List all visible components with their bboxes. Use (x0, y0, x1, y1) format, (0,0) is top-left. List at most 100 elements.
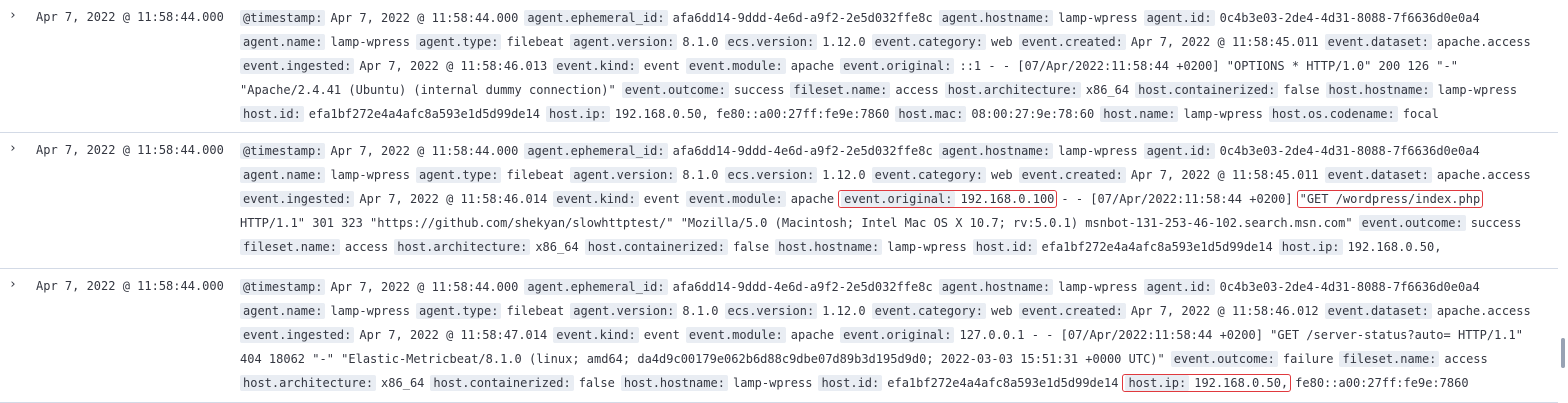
field-value: failure (1282, 352, 1334, 366)
field-key-badge[interactable]: event.created: (1018, 34, 1126, 50)
field-value: event (643, 59, 680, 73)
field-key-badge[interactable]: @timestamp: (240, 10, 326, 26)
field-key-badge[interactable]: host.os.codename: (1268, 106, 1398, 122)
field-key-badge[interactable]: host.containerized: (1135, 82, 1279, 98)
field-value: lamp-wpress (330, 168, 410, 182)
field-key-badge[interactable]: host.name: (1100, 106, 1179, 122)
field-key-badge[interactable]: event.dataset: (1324, 303, 1432, 319)
field-value: Apr 7, 2022 @ 11:58:44.000 (330, 144, 519, 158)
field-key-badge[interactable]: event.created: (1018, 167, 1126, 183)
field-key-badge[interactable]: event.kind: (553, 58, 639, 74)
field-value: success (1470, 216, 1522, 230)
field-key-badge[interactable]: host.ip: (1278, 239, 1343, 255)
field-key-badge[interactable]: event.module: (685, 327, 786, 343)
field-key-badge[interactable]: event.dataset: (1324, 167, 1432, 183)
field-key-badge[interactable]: @timestamp: (240, 279, 326, 295)
field-key-badge[interactable]: host.id: (972, 239, 1037, 255)
field-key-badge[interactable]: event.kind: (553, 327, 639, 343)
chevron-right-icon[interactable]: › (6, 142, 20, 156)
field-key-badge[interactable]: event.original: (840, 58, 955, 74)
field-key-badge[interactable]: agent.id: (1143, 143, 1215, 159)
field-key-badge[interactable]: fileset.name: (240, 239, 340, 255)
field-key-badge[interactable]: agent.version: (570, 167, 678, 183)
field-key-badge[interactable]: agent.version: (570, 34, 678, 50)
field-key-badge[interactable]: agent.ephemeral_id: (524, 10, 668, 26)
field-key-badge[interactable]: @timestamp: (240, 143, 326, 159)
field-line: agent.name: lamp-wpress agent.type: filebea… (240, 165, 1537, 185)
field-key-badge[interactable]: agent.hostname: (938, 10, 1054, 26)
field-value: 8.1.0 (682, 168, 719, 182)
field-line: fileset.name: access host.architecture: x86… (240, 237, 1447, 257)
field-value: web (990, 35, 1013, 49)
field-key-badge[interactable]: agent.name: (240, 34, 326, 50)
field-key-badge[interactable]: agent.type: (415, 303, 502, 319)
field-key-badge[interactable]: event.category: (871, 303, 986, 319)
field-key-badge[interactable]: host.ip: (1125, 375, 1190, 391)
field-key-badge[interactable]: event.category: (871, 167, 986, 183)
field-key-badge[interactable]: host.id: (240, 106, 304, 122)
field-key-badge[interactable]: agent.type: (415, 167, 502, 183)
field-key-badge[interactable]: event.original: (840, 327, 955, 343)
field-line: event.ingested: Apr 7, 2022 @ 11:58:46.01… (240, 56, 1464, 76)
field-value: apache.access (1436, 35, 1531, 49)
field-key-badge[interactable]: agent.name: (240, 303, 326, 319)
field-key-badge[interactable]: agent.type: (415, 34, 502, 50)
field-key-badge[interactable]: agent.ephemeral_id: (524, 279, 668, 295)
field-key-badge[interactable]: event.created: (1018, 303, 1126, 319)
field-line: "Apache/2.4.41 (Ubuntu) (internal dummy … (240, 80, 1523, 100)
field-key-badge[interactable]: fileset.name: (790, 82, 891, 98)
field-key-badge[interactable]: host.hostname: (620, 375, 728, 391)
field-key-badge[interactable]: event.outcome: (1170, 351, 1278, 367)
field-value: lamp-wpress (887, 240, 967, 254)
field-key-badge[interactable]: host.containerized: (430, 375, 574, 391)
row-timestamp: Apr 7, 2022 @ 11:58:44.000 (36, 10, 224, 24)
field-value: lamp-wpress (1058, 144, 1138, 158)
field-key-badge[interactable]: event.ingested: (240, 191, 355, 207)
field-key-badge[interactable]: agent.id: (1143, 10, 1215, 26)
field-key-badge[interactable]: event.outcome: (1358, 215, 1466, 231)
field-key-badge[interactable]: event.outcome: (621, 82, 729, 98)
field-key-badge[interactable]: agent.hostname: (938, 279, 1054, 295)
field-key-badge[interactable]: event.ingested: (240, 58, 355, 74)
field-key-badge[interactable]: agent.version: (570, 303, 678, 319)
field-key-badge[interactable]: event.original: (841, 191, 956, 207)
field-key-badge[interactable]: host.hostname: (1325, 82, 1433, 98)
field-value: 0c4b3e03-2de4-4d31-8088-7f6636d0e0a4 (1219, 11, 1480, 25)
field-key-badge[interactable]: ecs.version: (724, 303, 818, 319)
document-row[interactable]: › Apr 7, 2022 @ 11:58:44.000 @timestamp: Ap… (0, 269, 1558, 403)
field-key-badge[interactable]: event.ingested: (240, 327, 355, 343)
field-line: 404 18062 "-" "Elastic-Metricbeat/8.1.0 … (240, 349, 1494, 369)
field-value: 8.1.0 (682, 304, 719, 318)
field-key-badge[interactable]: host.architecture: (944, 82, 1081, 98)
field-key-badge[interactable]: ecs.version: (724, 167, 818, 183)
field-key-badge[interactable]: host.id: (818, 375, 883, 391)
document-row[interactable]: › Apr 7, 2022 @ 11:58:44.000 @timestamp: Ap… (0, 0, 1558, 133)
field-key-badge[interactable]: host.architecture: (240, 375, 377, 391)
field-key-badge[interactable]: ecs.version: (724, 34, 818, 50)
field-value: focal (1402, 107, 1439, 121)
field-key-badge[interactable]: fileset.name: (1339, 351, 1440, 367)
scrollbar-thumb[interactable] (1561, 338, 1565, 368)
document-row[interactable]: › Apr 7, 2022 @ 11:58:44.000 @timestamp: Ap… (0, 133, 1558, 269)
field-key-badge[interactable]: agent.id: (1143, 279, 1215, 295)
chevron-right-icon[interactable]: › (6, 9, 20, 23)
vertical-scrollbar[interactable] (1558, 0, 1568, 403)
field-key-badge[interactable]: event.category: (871, 34, 986, 50)
field-key-badge[interactable]: host.mac: (895, 106, 967, 122)
field-key-badge[interactable]: host.containerized: (584, 239, 728, 255)
field-line: HTTP/1.1" 301 323 "https://github.com/sh… (240, 213, 1527, 233)
field-key-badge[interactable]: host.hostname: (775, 239, 883, 255)
field-key-badge[interactable]: agent.name: (240, 167, 326, 183)
field-key-badge[interactable]: event.module: (685, 58, 786, 74)
field-line: host.id: efa1bf272e4a4afc8a593e1d5d99de14… (240, 104, 1445, 124)
field-key-badge[interactable]: event.kind: (553, 191, 639, 207)
field-value: 0c4b3e03-2de4-4d31-8088-7f6636d0e0a4 (1219, 144, 1480, 158)
field-key-badge[interactable]: event.module: (685, 191, 786, 207)
chevron-right-icon[interactable]: › (6, 278, 20, 292)
field-key-badge[interactable]: event.dataset: (1324, 34, 1432, 50)
field-value: apache (790, 328, 835, 342)
field-key-badge[interactable]: agent.hostname: (938, 143, 1054, 159)
field-key-badge[interactable]: agent.ephemeral_id: (524, 143, 668, 159)
field-key-badge[interactable]: host.ip: (545, 106, 610, 122)
field-key-badge[interactable]: host.architecture: (394, 239, 531, 255)
